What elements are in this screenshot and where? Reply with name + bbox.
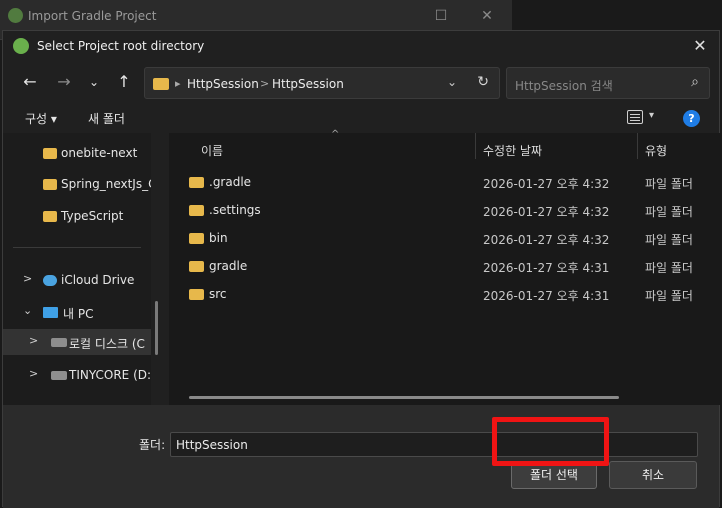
dialog-close-button[interactable]: ✕	[689, 35, 711, 57]
breadcrumb-item[interactable]: HttpSession	[272, 77, 344, 91]
column-modified[interactable]: 수정한 날짜	[483, 142, 542, 159]
dialog-body: onebite-next Spring_nextJs_Cl TypeScript…	[3, 129, 721, 405]
folder-icon	[43, 179, 57, 190]
chevron-right-icon[interactable]: >	[23, 272, 32, 285]
column-type[interactable]: 유형	[645, 142, 667, 159]
close-icon[interactable]: ✕	[476, 6, 498, 26]
dialog-titlebar: Select Project root directory ✕	[3, 31, 719, 61]
dialog-footer: 폴더: HttpSession 폴더 선택 취소	[3, 405, 719, 508]
folder-icon	[43, 148, 57, 159]
new-folder-button[interactable]: 새 폴더	[88, 110, 125, 127]
sort-ascending-icon: ^	[331, 129, 340, 140]
refresh-icon[interactable]: ↻	[477, 74, 489, 90]
list-item[interactable]: .settings 2026-01-27 오후 4:32 파일 폴더	[169, 196, 721, 224]
sidebar-item-tinycore-d[interactable]: > TINYCORE (D:)	[3, 362, 151, 388]
sidebar-item-icloud-drive[interactable]: > iCloud Drive	[3, 267, 151, 293]
cloud-icon	[43, 275, 57, 286]
folder-label: 폴더:	[139, 438, 166, 452]
search-icon[interactable]: ⌕	[691, 74, 699, 90]
sidebar-divider	[13, 247, 141, 248]
folder-icon	[153, 78, 169, 90]
cancel-button[interactable]: 취소	[609, 461, 697, 489]
chevron-down-icon[interactable]: ⌄	[447, 75, 457, 89]
chevron-right-icon[interactable]: >	[29, 334, 38, 347]
recent-locations-chevron-icon[interactable]: ⌄	[83, 71, 105, 93]
sidebar-item-onebite-next[interactable]: onebite-next	[3, 140, 151, 166]
help-icon[interactable]: ?	[683, 110, 700, 127]
navigation-pane: onebite-next Spring_nextJs_Cl TypeScript…	[3, 133, 151, 405]
chevron-down-icon[interactable]: ⌄	[23, 304, 32, 317]
sidebar-item-spring-nextjs[interactable]: Spring_nextJs_Cl	[3, 171, 151, 197]
folder-name-value: HttpSession	[176, 438, 248, 452]
sidebar-item-this-pc[interactable]: ⌄ 내 PC	[3, 299, 151, 325]
drive-icon	[51, 338, 67, 347]
back-arrow-icon[interactable]: ←	[19, 71, 41, 93]
sidebar-item-typescript[interactable]: TypeScript	[3, 203, 151, 229]
organize-button[interactable]: 구성 ▾	[25, 110, 57, 127]
folder-icon	[189, 289, 204, 300]
command-bar: 구성 ▾ 새 폴더 ▾ ?	[3, 103, 719, 133]
folder-name-input[interactable]: HttpSession	[170, 432, 698, 457]
file-list: ^ 이름 수정한 날짜 유형 .gradle 2026-01-27 오후 4:3…	[169, 129, 721, 405]
search-input[interactable]: HttpSession 검색 ⌕	[506, 67, 710, 99]
folder-icon	[43, 211, 57, 222]
computer-icon	[43, 307, 58, 318]
column-name[interactable]: 이름	[201, 142, 223, 159]
folder-icon	[189, 177, 204, 188]
list-item[interactable]: bin 2026-01-27 오후 4:32 파일 폴더	[169, 224, 721, 252]
select-folder-dialog: Select Project root directory ✕ ← → ⌄ ↑ …	[2, 30, 721, 508]
sidebar-scrollbar[interactable]	[155, 301, 158, 355]
view-options-icon[interactable]	[627, 110, 643, 124]
address-bar[interactable]: ▸ HttpSession > HttpSession ⌄ ↻	[144, 67, 500, 99]
chevron-right-icon[interactable]: >	[29, 367, 38, 380]
folder-icon	[189, 205, 204, 216]
up-arrow-icon[interactable]: ↑	[113, 71, 135, 93]
background-window-title: Import Gradle Project	[28, 9, 157, 23]
drive-icon	[51, 371, 67, 380]
app-logo-icon	[13, 38, 29, 54]
column-header: ^ 이름 수정한 날짜 유형	[169, 129, 721, 165]
list-item[interactable]: gradle 2026-01-27 오후 4:31 파일 폴더	[169, 252, 721, 280]
list-item[interactable]: .gradle 2026-01-27 오후 4:32 파일 폴더	[169, 168, 721, 196]
dialog-title: Select Project root directory	[37, 39, 205, 53]
navigation-bar: ← → ⌄ ↑ ▸ HttpSession > HttpSession ⌄ ↻ …	[3, 65, 719, 101]
sidebar-item-local-disk-c[interactable]: > 로컬 디스크 (C	[3, 329, 151, 355]
forward-arrow-icon[interactable]: →	[53, 71, 75, 93]
app-logo-icon	[8, 8, 23, 23]
maximize-icon[interactable]: ☐	[430, 6, 452, 26]
list-item[interactable]: src 2026-01-27 오후 4:31 파일 폴더	[169, 280, 721, 308]
breadcrumb-item[interactable]: HttpSession	[187, 77, 259, 91]
highlight-annotation	[492, 417, 609, 466]
folder-icon	[189, 261, 204, 272]
search-placeholder: HttpSession 검색	[515, 79, 613, 93]
folder-icon	[189, 233, 204, 244]
view-dropdown-caret-icon[interactable]: ▾	[649, 110, 654, 121]
horizontal-scrollbar[interactable]	[189, 396, 619, 399]
